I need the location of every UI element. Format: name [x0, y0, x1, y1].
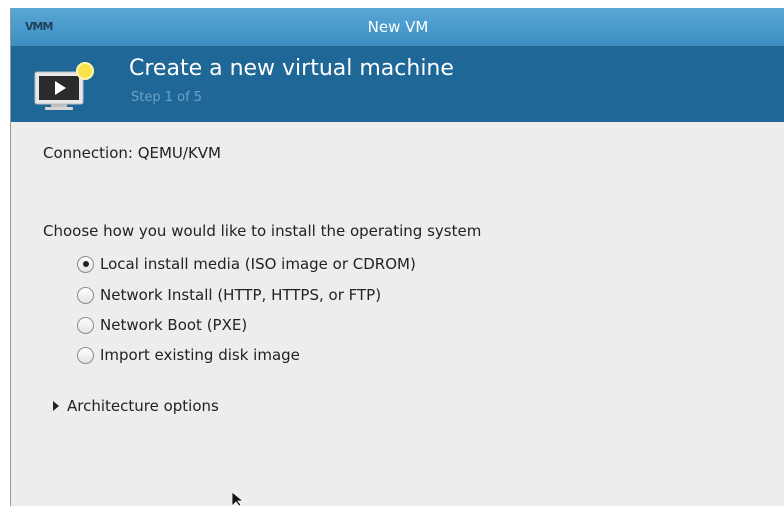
title-bar[interactable]: VMM New VM — [11, 8, 784, 46]
radio-local-install-media[interactable]: Local install media (ISO image or CDROM) — [77, 253, 416, 275]
wizard-header: Create a new virtual machine Step 1 of 5 — [11, 46, 784, 122]
radio-label: Local install media (ISO image or CDROM) — [100, 255, 416, 273]
new-vm-window: VMM New VM Create a new virtual machine … — [10, 8, 784, 506]
radio-button-checked[interactable] — [77, 255, 94, 273]
radio-network-boot[interactable]: Network Boot (PXE) — [77, 314, 247, 336]
mouse-pointer-icon — [232, 492, 244, 506]
radio-button[interactable] — [77, 316, 94, 334]
step-indicator: Step 1 of 5 — [131, 90, 203, 105]
expander-label: Architecture options — [67, 397, 219, 415]
radio-button[interactable] — [77, 286, 94, 304]
architecture-options-expander[interactable]: Architecture options — [53, 397, 219, 415]
radio-network-install[interactable]: Network Install (HTTP, HTTPS, or FTP) — [77, 284, 381, 306]
radio-label: Import existing disk image — [100, 346, 300, 364]
install-method-question: Choose how you would like to install the… — [43, 222, 482, 240]
radio-label: Network Boot (PXE) — [100, 316, 248, 334]
radio-label: Network Install (HTTP, HTTPS, or FTP) — [100, 286, 382, 304]
wizard-heading: Create a new virtual machine — [129, 56, 454, 81]
window-title: New VM — [367, 18, 429, 36]
expander-arrow-icon[interactable] — [53, 401, 59, 411]
screen: VMM New VM Create a new virtual machine … — [0, 0, 784, 506]
radio-import-disk-image[interactable]: Import existing disk image — [77, 344, 300, 366]
monitor-play-icon — [34, 62, 94, 110]
connection-label: Connection: QEMU/KVM — [43, 144, 221, 162]
radio-button[interactable] — [77, 346, 94, 364]
